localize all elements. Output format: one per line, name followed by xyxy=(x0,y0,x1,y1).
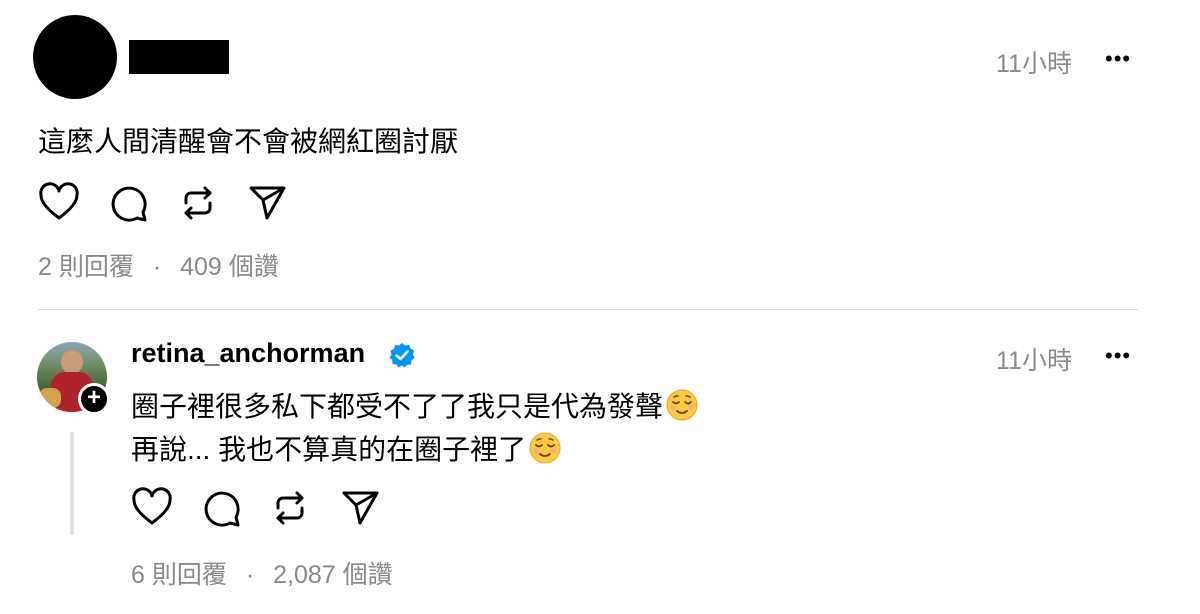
post-text: 這麼人間清醒會不會被網紅圈討厭 xyxy=(38,126,459,157)
comment-icon[interactable] xyxy=(106,181,150,225)
reply-stats: 6 則回覆 · 2,087 個讚 xyxy=(131,555,393,591)
more-icon[interactable]: ••• xyxy=(1105,46,1131,72)
post-time: 11小時 xyxy=(996,50,1072,78)
verified-icon xyxy=(389,342,415,368)
avatar-head xyxy=(61,350,83,374)
reply-line2: 再說... 我也不算真的在圈子裡了 xyxy=(131,434,527,465)
comment-icon[interactable] xyxy=(199,486,243,530)
more-icon[interactable]: ••• xyxy=(1105,343,1131,369)
reply-text-line2: 再說... 我也不算真的在圈子裡了 xyxy=(131,428,562,468)
username-redacted[interactable] xyxy=(129,40,229,74)
thread-line xyxy=(70,432,74,535)
reply-line1: 圈子裡很多私下都受不了了我只是代為發聲 xyxy=(131,391,664,422)
separator: · xyxy=(245,561,255,589)
relieved-face-icon xyxy=(528,431,562,465)
avatar-dog xyxy=(39,388,61,408)
reply-text-line1: 圈子裡很多私下都受不了了我只是代為發聲 xyxy=(131,385,699,425)
like-count[interactable]: 2,087 個讚 xyxy=(273,561,393,589)
share-icon[interactable] xyxy=(245,181,289,225)
heart-icon[interactable] xyxy=(37,181,81,225)
username[interactable]: retina_anchorman xyxy=(131,338,365,369)
reply-count[interactable]: 2 則回覆 xyxy=(38,253,134,281)
like-count[interactable]: 409 個讚 xyxy=(180,253,279,281)
follow-plus-icon[interactable]: + xyxy=(78,383,110,415)
post-stats: 2 則回覆 · 409 個讚 xyxy=(38,247,279,283)
divider xyxy=(38,309,1138,310)
avatar-redacted[interactable] xyxy=(33,15,117,99)
separator: · xyxy=(152,253,162,281)
heart-icon[interactable] xyxy=(130,486,174,530)
repost-icon[interactable] xyxy=(176,181,220,225)
reply-time: 11小時 xyxy=(996,347,1072,375)
reply-count[interactable]: 6 則回覆 xyxy=(131,561,227,589)
relieved-face-icon xyxy=(665,388,699,422)
repost-icon[interactable] xyxy=(268,486,312,530)
share-icon[interactable] xyxy=(338,486,382,530)
